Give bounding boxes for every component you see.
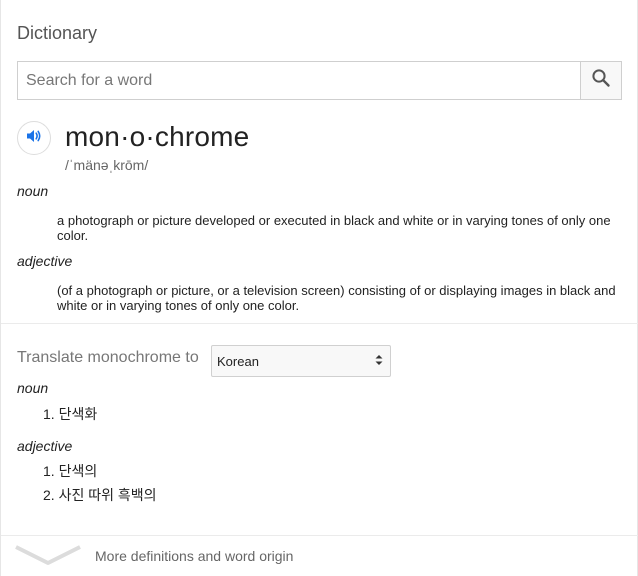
more-definitions-link[interactable]: More definitions and word origin — [1, 536, 638, 576]
translation-item: 1. 단색화 — [43, 406, 98, 422]
language-select-value: Korean — [217, 353, 259, 369]
search-box — [17, 61, 622, 100]
translation-item: 1. 단색의 — [43, 463, 98, 479]
translation-list-noun: 1. 단색화 — [43, 402, 97, 426]
search-icon — [591, 68, 611, 93]
speaker-icon — [25, 127, 43, 150]
search-input[interactable] — [18, 62, 580, 99]
definition-noun: a photograph or picture developed or exe… — [57, 213, 611, 243]
part-of-speech-adjective: adjective — [17, 253, 73, 269]
translation-pos-adjective: adjective — [17, 438, 73, 454]
card-title: Dictionary — [17, 23, 98, 43]
search-button[interactable] — [580, 62, 621, 99]
translation-item: 2. 사진 따위 흑백의 — [43, 487, 157, 503]
select-arrows-icon — [374, 353, 384, 370]
part-of-speech-noun: noun — [17, 183, 49, 199]
dictionary-card: Dictionary mon·o·chrome /ˈmänəˌkrōm/ nou… — [0, 0, 638, 576]
language-select[interactable]: Korean — [211, 345, 391, 377]
phonetic-spelling: /ˈmänəˌkrōm/ — [65, 157, 149, 173]
headword: mon·o·chrome — [65, 121, 250, 152]
translate-label: Translate monochrome to — [17, 349, 199, 366]
more-definitions-label: More definitions and word origin — [95, 548, 294, 564]
definition-adjective: (of a photograph or picture, or a televi… — [57, 283, 616, 313]
chevron-down-icon — [13, 544, 83, 573]
translation-pos-noun: noun — [17, 380, 49, 396]
pronunciation-button[interactable] — [17, 121, 51, 155]
translation-list-adjective: 1. 단색의 2. 사진 따위 흑백의 — [43, 459, 157, 507]
section-divider — [1, 323, 638, 324]
